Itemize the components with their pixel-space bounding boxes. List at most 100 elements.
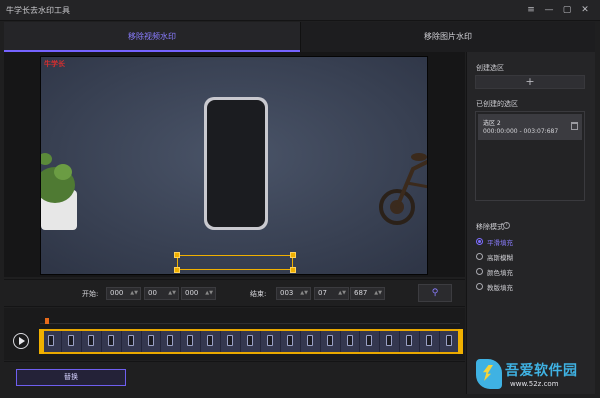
resize-handle-bottom-right[interactable] bbox=[290, 267, 296, 273]
radio-icon[interactable] bbox=[476, 268, 483, 275]
phone-thumbnail-icon bbox=[167, 335, 174, 346]
watermark-text: 牛学长 bbox=[44, 60, 65, 68]
trim-handle-start[interactable] bbox=[39, 329, 44, 354]
resize-handle-top-right[interactable] bbox=[290, 252, 296, 258]
list-item[interactable]: 选区 2 000:00:000 - 003:07:687 bbox=[478, 114, 582, 140]
phone-thumbnail-icon bbox=[147, 335, 154, 346]
start-hours-value: 000 bbox=[110, 289, 124, 297]
add-area-button[interactable]: + bbox=[475, 75, 585, 89]
phone-thumbnail-icon bbox=[446, 335, 453, 346]
start-ms-value: 000 bbox=[185, 289, 199, 297]
site-watermark-text: 吾爱软件园 bbox=[505, 363, 578, 379]
menu-icon[interactable]: ≡ bbox=[524, 3, 538, 17]
end-ms-value: 687 bbox=[354, 289, 368, 297]
radio-icon[interactable] bbox=[476, 253, 483, 260]
resize-handle-top-left[interactable] bbox=[174, 252, 180, 258]
create-area-title: 创建选区 bbox=[476, 64, 504, 72]
area-name: 选区 2 bbox=[483, 120, 501, 127]
video-editor: 牛学长 bbox=[4, 52, 465, 277]
phone-thumbnail-icon bbox=[346, 335, 353, 346]
start-hours-field[interactable]: 000 ▲▼ bbox=[106, 287, 141, 300]
mode-label: 教版填充 bbox=[487, 284, 513, 292]
spin-icon[interactable]: ▲▼ bbox=[168, 288, 176, 299]
timeline-frame-thumbnail bbox=[61, 331, 82, 352]
timeline-frame-thumbnail bbox=[280, 331, 301, 352]
spin-icon[interactable]: ▲▼ bbox=[300, 288, 308, 299]
end-hours-field[interactable]: 003 ▲▼ bbox=[276, 287, 311, 300]
phone-thumbnail-icon bbox=[286, 335, 293, 346]
site-watermark-logo: 吾爱软件园 www.52z.com bbox=[472, 356, 596, 394]
timeline-frame-thumbnail bbox=[161, 331, 182, 352]
spin-icon[interactable]: ▲▼ bbox=[338, 288, 346, 299]
leaf-logo-icon bbox=[476, 359, 502, 389]
timeline-ruler bbox=[40, 323, 460, 327]
phone-thumbnail-icon bbox=[187, 335, 194, 346]
area-time-range: 000:00:000 - 003:07:687 bbox=[483, 128, 559, 135]
phone-thumbnail-icon bbox=[366, 335, 373, 346]
timeline-frame-thumbnail bbox=[241, 331, 261, 352]
timeline-frame-thumbnail bbox=[260, 331, 281, 352]
replace-button[interactable]: 替换 bbox=[16, 369, 126, 386]
mode-label: 颜色填充 bbox=[487, 269, 513, 277]
trim-handle-end[interactable] bbox=[458, 329, 463, 354]
timeline-frame-thumbnail bbox=[300, 331, 321, 352]
created-areas-title: 已创建的选区 bbox=[476, 100, 518, 108]
help-icon[interactable]: ? bbox=[503, 222, 510, 229]
timeline-frame-thumbnail bbox=[42, 331, 62, 352]
phone-thumbnail-icon bbox=[266, 335, 273, 346]
spin-icon[interactable]: ▲▼ bbox=[374, 288, 382, 299]
pin-button[interactable]: ⚲ bbox=[418, 284, 452, 302]
tab-remove-video-watermark[interactable]: 移除视频水印 bbox=[4, 22, 300, 52]
phone-thumbnail-icon bbox=[406, 335, 413, 346]
radio-icon[interactable] bbox=[476, 283, 483, 290]
start-ms-field[interactable]: 000 ▲▼ bbox=[181, 287, 216, 300]
timeline-frame-thumbnail bbox=[81, 331, 102, 352]
right-panel: 创建选区 + 已创建的选区 选区 2 000:00:000 - 003:07:6… bbox=[466, 52, 595, 394]
play-icon[interactable] bbox=[13, 333, 29, 349]
phone-thumbnail-icon bbox=[48, 335, 54, 346]
time-range-controls: 开始: 000 ▲▼ 00 ▲▼ 000 ▲▼ 结束: 003 ▲▼ 07 ▲▼ 687 ▲… bbox=[4, 279, 465, 307]
phone-thumbnail-icon bbox=[306, 335, 313, 346]
radio-selected-icon[interactable] bbox=[476, 238, 483, 245]
tab-remove-image-watermark[interactable]: 移除图片水印 bbox=[300, 22, 595, 52]
close-icon[interactable]: ✕ bbox=[578, 3, 592, 17]
timeline-frame-thumbnail bbox=[141, 331, 162, 352]
timeline-frame-thumbnail bbox=[320, 331, 341, 352]
title-bar: 牛学长去水印工具 ≡ — ▢ ✕ bbox=[0, 0, 600, 21]
phone-thumbnail-icon bbox=[67, 335, 74, 346]
spin-icon[interactable]: ▲▼ bbox=[205, 288, 213, 299]
timeline-frame-thumbnail bbox=[380, 331, 401, 352]
playhead-marker[interactable] bbox=[45, 318, 49, 324]
timeline-frame-thumbnail bbox=[340, 331, 361, 352]
phone-thumbnail-icon bbox=[247, 335, 254, 346]
maximize-icon[interactable]: ▢ bbox=[560, 3, 574, 17]
timeline-frame-thumbnail bbox=[440, 331, 460, 352]
timeline-frame-thumbnail bbox=[360, 331, 381, 352]
timeline-track[interactable] bbox=[40, 329, 462, 354]
phone-thumbnail-icon bbox=[87, 335, 94, 346]
end-ms-field[interactable]: 687 ▲▼ bbox=[350, 287, 385, 300]
area-list: 选区 2 000:00:000 - 003:07:687 bbox=[475, 111, 585, 201]
trash-icon[interactable] bbox=[571, 122, 578, 130]
timeline bbox=[4, 308, 465, 360]
timeline-frame-thumbnail bbox=[221, 331, 242, 352]
bottom-bar: 替换 bbox=[4, 361, 465, 394]
start-minutes-field[interactable]: 00 ▲▼ bbox=[144, 287, 179, 300]
mode-label: 平滑填充 bbox=[487, 239, 513, 247]
start-minutes-value: 00 bbox=[148, 289, 157, 297]
watermark-selection-box[interactable] bbox=[174, 252, 296, 273]
spin-icon[interactable]: ▲▼ bbox=[130, 288, 138, 299]
phone-thumbnail-icon bbox=[326, 335, 333, 346]
end-minutes-field[interactable]: 07 ▲▼ bbox=[314, 287, 349, 300]
video-preview[interactable]: 牛学长 bbox=[40, 56, 428, 275]
end-hours-value: 003 bbox=[280, 289, 294, 297]
timeline-frame-thumbnail bbox=[121, 331, 142, 352]
mode-label: 高斯模糊 bbox=[487, 254, 513, 262]
pin-icon: ⚲ bbox=[431, 288, 439, 298]
end-minutes-value: 07 bbox=[318, 289, 327, 297]
site-watermark-url: www.52z.com bbox=[510, 380, 559, 388]
phone-thumbnail-icon bbox=[386, 335, 393, 346]
minimize-icon[interactable]: — bbox=[542, 3, 556, 17]
resize-handle-bottom-left[interactable] bbox=[174, 267, 180, 273]
removal-mode-title: 移除模式 bbox=[476, 223, 504, 231]
